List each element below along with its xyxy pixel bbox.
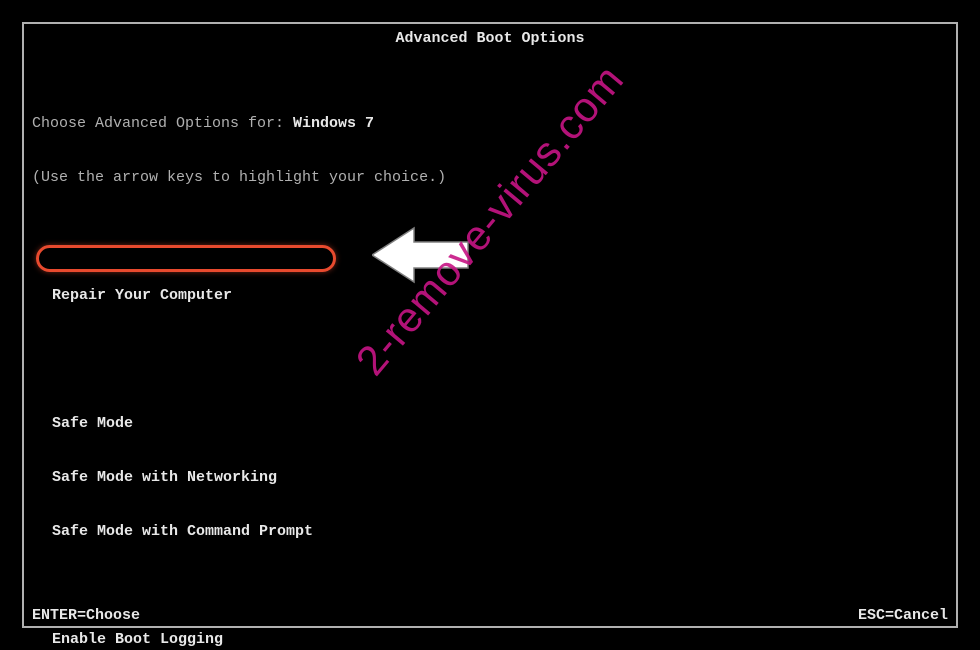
footer-esc: ESC=Cancel	[858, 607, 948, 624]
hint-line: (Use the arrow keys to highlight your ch…	[32, 168, 698, 188]
option-boot-logging[interactable]: Enable Boot Logging	[32, 630, 698, 650]
choose-line: Choose Advanced Options for: Windows 7	[32, 114, 698, 134]
content-area: Choose Advanced Options for: Windows 7 (…	[32, 80, 698, 650]
choose-prefix: Choose Advanced Options for:	[32, 115, 293, 132]
option-safe-mode-cmd[interactable]: Safe Mode with Command Prompt	[32, 522, 698, 542]
option-safe-mode-networking[interactable]: Safe Mode with Networking	[32, 468, 698, 488]
option-safe-mode[interactable]: Safe Mode	[32, 414, 698, 434]
option-repair[interactable]: Repair Your Computer	[32, 286, 698, 306]
footer-enter: ENTER=Choose	[32, 607, 140, 624]
page-title: Advanced Boot Options	[0, 30, 980, 47]
footer-bar: ENTER=Choose ESC=Cancel	[32, 607, 948, 624]
boot-screen: Advanced Boot Options Choose Advanced Op…	[0, 0, 980, 650]
os-name: Windows 7	[293, 115, 374, 132]
